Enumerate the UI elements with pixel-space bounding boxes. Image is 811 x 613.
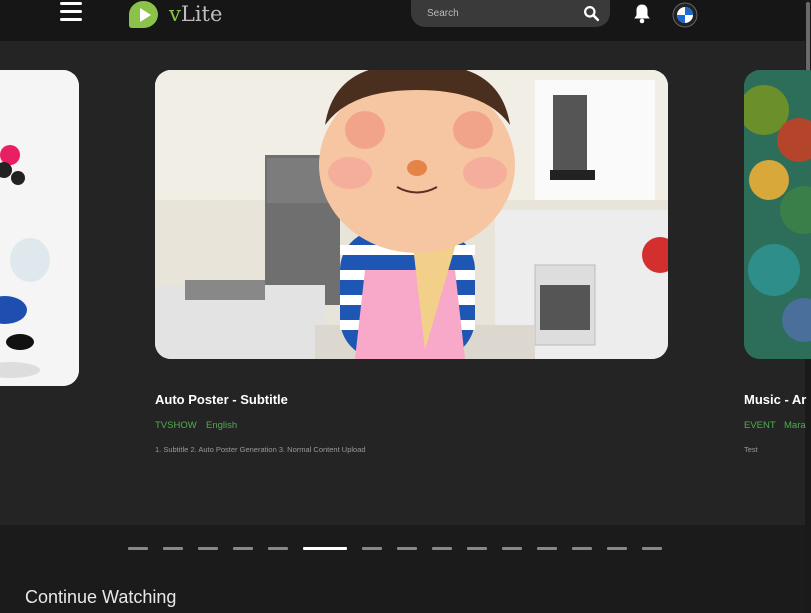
cartoon-thumbnail-image <box>0 70 79 386</box>
user-avatar[interactable] <box>672 2 698 28</box>
carousel-dot[interactable] <box>607 547 627 550</box>
carousel-pagination <box>128 547 677 550</box>
carousel-dot[interactable] <box>432 547 452 550</box>
logo-text: vLite <box>169 2 223 26</box>
slide-next-title[interactable]: Music - Ar <box>744 392 806 407</box>
search-input[interactable] <box>425 7 579 20</box>
slide-next-language-tag[interactable]: Mara <box>784 420 806 431</box>
play-logo-icon <box>129 0 158 28</box>
carousel-dot[interactable] <box>362 547 382 550</box>
slide-next-description: Test <box>744 445 758 454</box>
carousel-dot[interactable] <box>163 547 183 550</box>
kitchen-cartoon-image <box>155 70 668 359</box>
carousel-footer: Continue Watching <box>0 525 805 613</box>
notification-bell-icon[interactable] <box>632 3 652 24</box>
carousel-dot[interactable] <box>572 547 592 550</box>
featured-slider: Auto Poster - Subtitle TVSHOW English 1.… <box>0 41 811 525</box>
carousel-dot[interactable] <box>397 547 417 550</box>
carousel-dot[interactable] <box>502 547 522 550</box>
bmw-logo-icon <box>672 2 698 28</box>
slide-title[interactable]: Auto Poster - Subtitle <box>155 392 288 407</box>
slide-next-thumbnail[interactable] <box>744 70 811 359</box>
carousel-dot[interactable] <box>268 547 288 550</box>
menu-icon[interactable] <box>60 2 82 22</box>
slide-language-tag[interactable]: English <box>206 420 237 431</box>
carousel-dot[interactable] <box>537 547 557 550</box>
fantasy-forest-image <box>744 70 811 359</box>
slide-main-thumbnail[interactable] <box>155 70 668 359</box>
carousel-dot[interactable] <box>233 547 253 550</box>
slide-next-type-tag[interactable]: EVENT <box>744 420 776 431</box>
search-icon[interactable] <box>583 5 600 22</box>
search-bar <box>411 0 610 27</box>
carousel-dot[interactable] <box>128 547 148 550</box>
slide-prev-thumbnail[interactable] <box>0 70 79 386</box>
carousel-dot[interactable] <box>642 547 662 550</box>
carousel-dot-active[interactable] <box>303 547 347 550</box>
slide-type-tag[interactable]: TVSHOW <box>155 420 197 431</box>
continue-watching-title: Continue Watching <box>25 587 177 607</box>
top-header: vLite <box>0 0 811 41</box>
carousel-dot[interactable] <box>198 547 218 550</box>
slide-description: 1. Subtitle 2. Auto Poster Generation 3.… <box>155 445 366 454</box>
carousel-dot[interactable] <box>467 547 487 550</box>
app-logo[interactable]: vLite <box>129 0 222 28</box>
